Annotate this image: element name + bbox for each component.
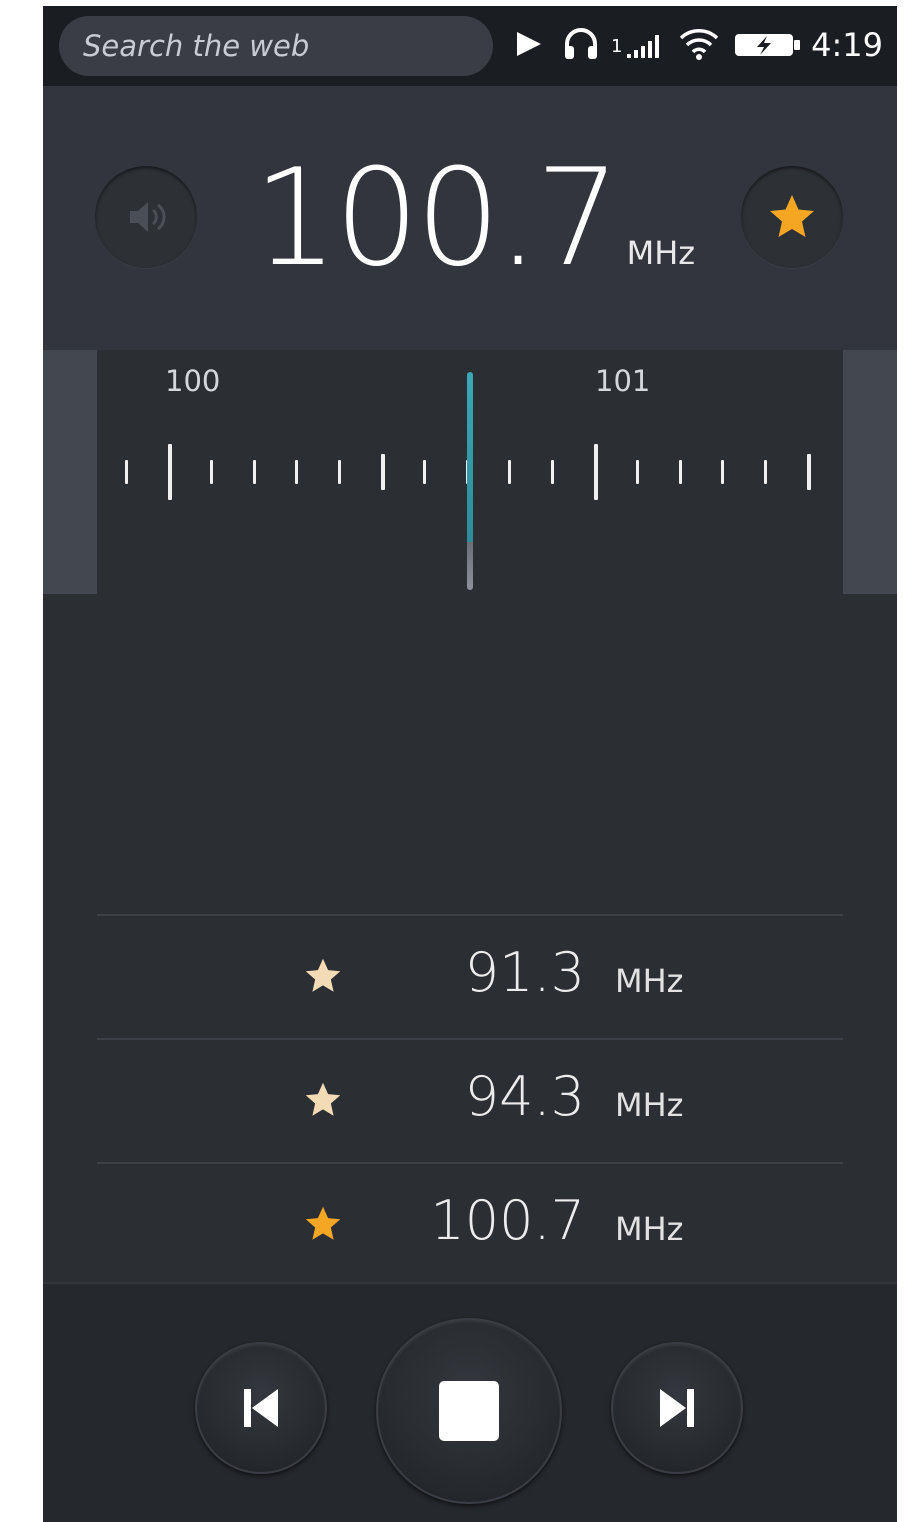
skip-next-icon <box>660 1389 694 1427</box>
sim-label: 1 <box>611 36 623 57</box>
tuning-dial[interactable]: 100 101 <box>43 350 897 594</box>
signal-icon <box>627 35 659 58</box>
frequency-header: 100.7 MHz <box>43 86 897 350</box>
dial-edge-right <box>843 350 897 594</box>
dial-tick <box>807 454 811 490</box>
star-icon <box>305 958 341 992</box>
dial-tick <box>168 444 172 500</box>
speaker-icon <box>130 202 166 232</box>
clock: 4:19 <box>811 26 883 64</box>
previous-button[interactable] <box>195 1342 327 1474</box>
dial-tick <box>721 460 724 484</box>
dial-tick <box>551 460 554 484</box>
playback-controls <box>43 1282 897 1522</box>
next-button[interactable] <box>611 1342 743 1474</box>
preset-frequency: 94.3 <box>464 1065 585 1128</box>
star-icon <box>305 1206 341 1240</box>
star-icon <box>770 195 814 237</box>
dial-label-100: 100 <box>165 364 221 398</box>
frequency-value: 100.7 <box>253 140 621 296</box>
preset-item[interactable]: 91.3 MHz <box>97 914 843 1038</box>
dial-label-101: 101 <box>595 364 651 398</box>
dial-tick <box>338 460 341 484</box>
preset-unit: MHz <box>615 1086 684 1124</box>
headphones-icon <box>565 28 597 59</box>
play-icon <box>517 32 541 56</box>
star-icon <box>305 1082 341 1116</box>
status-bar: Search the web 1 4:19 <box>43 6 897 86</box>
dial-tick <box>508 460 511 484</box>
frequency-display: 100.7 MHz <box>253 148 695 288</box>
preset-list: 91.3 MHz 94.3 MHz 100.7 MHz <box>97 914 843 1286</box>
stop-button[interactable] <box>376 1318 562 1504</box>
preset-frequency: 91.3 <box>464 941 585 1004</box>
search-placeholder: Search the web <box>83 29 310 63</box>
dial-tick <box>295 460 298 484</box>
preset-unit: MHz <box>615 962 684 1000</box>
dial-edge-left <box>43 350 97 594</box>
preset-frequency: 100.7 <box>430 1189 585 1252</box>
preset-unit: MHz <box>615 1210 684 1248</box>
fm-radio-app: Search the web 1 4:19 100.7 MHz 100 101 … <box>43 6 897 1522</box>
dial-tick <box>594 444 598 500</box>
dial-tick <box>253 460 256 484</box>
battery-charging-icon <box>735 34 800 56</box>
frequency-unit: MHz <box>626 234 696 272</box>
skip-previous-icon <box>244 1389 278 1427</box>
favorite-button[interactable] <box>741 166 843 268</box>
wifi-icon <box>679 29 719 60</box>
preset-item[interactable]: 100.7 MHz <box>97 1162 843 1286</box>
stop-icon <box>439 1381 499 1441</box>
dial-tick <box>636 460 639 484</box>
dial-tick <box>423 460 426 484</box>
search-input[interactable]: Search the web <box>59 16 493 76</box>
dial-tick <box>679 460 682 484</box>
dial-tick <box>125 460 128 484</box>
speaker-button[interactable] <box>95 166 197 268</box>
tuning-needle[interactable] <box>467 372 473 590</box>
preset-item[interactable]: 94.3 MHz <box>97 1038 843 1162</box>
dial-tick <box>381 454 385 490</box>
dial-tick <box>764 460 767 484</box>
dial-tick <box>210 460 213 484</box>
